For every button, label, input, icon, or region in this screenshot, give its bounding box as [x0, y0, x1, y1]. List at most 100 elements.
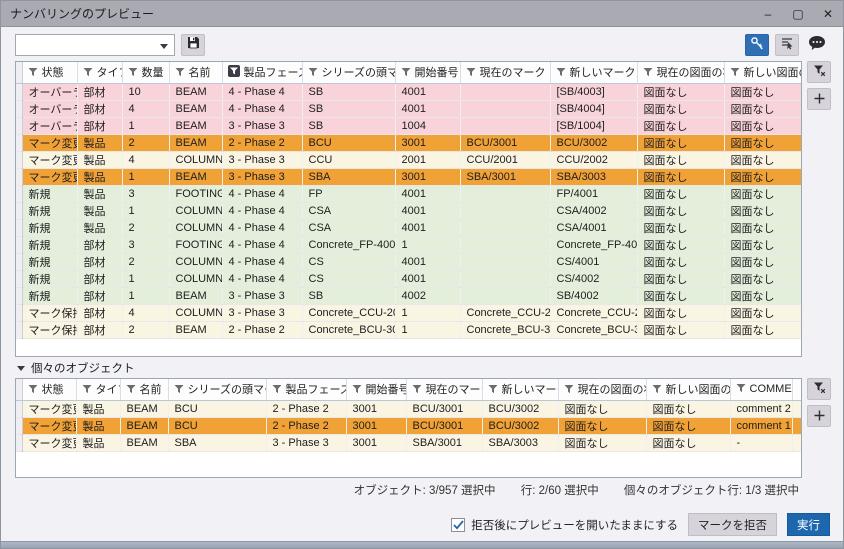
column-label: 名前: [188, 67, 211, 80]
column-header[interactable]: 現在の図面の状態: [558, 379, 647, 401]
filter-icon[interactable]: [652, 384, 662, 397]
individual-table[interactable]: 状態 タイプ 名前 シリーズの頭マーク 製品フェーズ 開始番号 現在のマーク 新しいマーク 現在…: [16, 379, 801, 452]
filter-icon[interactable]: [412, 384, 422, 397]
cell: Concrete_CCU-2001: [302, 304, 396, 322]
filter-icon[interactable]: [28, 384, 38, 397]
dialog-resize-edge[interactable]: [1, 541, 843, 548]
keep-open-checkbox[interactable]: [451, 517, 466, 532]
apply-button[interactable]: 実行: [787, 513, 830, 536]
add-row-button-main[interactable]: [807, 88, 831, 110]
save-button[interactable]: [181, 34, 205, 56]
column-header[interactable]: 現在の図面の状態: [637, 62, 725, 84]
column-label: 新しい図面の状態: [743, 67, 802, 80]
column-header[interactable]: シリーズの頭マーク: [168, 379, 267, 401]
column-header[interactable]: 現在のマーク: [406, 379, 483, 401]
column-header[interactable]: 状態: [22, 62, 78, 84]
table-row[interactable]: マーク変更製品1BEAM3 - Phase 3SBA3001SBA/3001SB…: [16, 168, 801, 186]
table-row[interactable]: オーバーラップ部材1BEAM3 - Phase 3SB1004 [SB/1004]…: [16, 117, 801, 135]
cell: 製品: [77, 219, 123, 237]
cell: BCU: [168, 417, 267, 435]
keep-open-label[interactable]: 拒否後にプレビューを開いたままにする: [471, 517, 678, 533]
table-row[interactable]: マーク保持部材4COLUMN3 - Phase 3Concrete_CCU-20…: [16, 304, 801, 322]
table-row[interactable]: マーク変更製品2BEAM2 - Phase 2BCU3001BCU/3001BC…: [16, 134, 801, 152]
filter-icon[interactable]: [126, 384, 136, 397]
table-row[interactable]: マーク変更製品4COLUMN3 - Phase 3CCU2001CCU/2001…: [16, 151, 801, 169]
cell: 図面なし: [637, 219, 725, 237]
column-header[interactable]: 開始番号: [395, 62, 461, 84]
column-header[interactable]: 名前: [120, 379, 169, 401]
column-label: シリーズの頭マーク: [187, 384, 266, 397]
table-row[interactable]: 新規 部材 1 COLUMN 4 - Phase 4 CS 4001 CS/4002 図面なし図…: [16, 270, 801, 288]
table-row[interactable]: 新規 部材 2 COLUMN 4 - Phase 4 CS 4001 CS/4001 図面なし図…: [16, 253, 801, 271]
table-row[interactable]: マーク変更製品BEAMBCU2 - Phase 23001BCU/3001BCU…: [16, 400, 801, 418]
add-row-button-individual[interactable]: [807, 405, 831, 427]
cell: 3001: [346, 400, 407, 418]
table-row[interactable]: マーク変更製品BEAMSBA3 - Phase 33001SBA/3001SBA…: [16, 434, 801, 452]
titlebar[interactable]: ナンバリングのプレビュー – ▢ ✕: [1, 1, 843, 27]
table-row[interactable]: 新規 製品 2 COLUMN 4 - Phase 4 CSA 4001 CSA/4001 図面な…: [16, 219, 801, 237]
cell: 4: [122, 151, 170, 169]
filter-icon[interactable]: [308, 67, 318, 80]
filter-icon[interactable]: [352, 384, 362, 397]
filter-icon[interactable]: [643, 67, 653, 80]
column-header[interactable]: COMMENT: [730, 379, 793, 401]
filter-icon[interactable]: [556, 67, 566, 80]
select-rows-button[interactable]: [775, 34, 799, 56]
reject-marks-button[interactable]: マークを拒否: [688, 513, 777, 536]
filter-icon[interactable]: [488, 384, 498, 397]
filter-icon[interactable]: [174, 384, 184, 397]
cell: CCU/2001: [460, 151, 551, 169]
table-row[interactable]: 新規 製品 3 FOOTING 4 - Phase 4 FP 4001 FP/4001 図面なし…: [16, 185, 801, 203]
chevron-down-icon: [160, 44, 168, 49]
filter-icon[interactable]: [730, 67, 740, 80]
table-row[interactable]: 新規 部材 1 BEAM 3 - Phase 3 SB 4002 SB/4002 図面なし 図面な…: [16, 287, 801, 305]
cell: 新規: [22, 270, 78, 288]
filter-icon[interactable]: [175, 67, 185, 80]
column-header[interactable]: 状態: [22, 379, 77, 401]
column-header[interactable]: 数量: [122, 62, 170, 84]
table-row[interactable]: オーバーラップ部材4BEAM4 - Phase 4SB4001 [SB/4004]…: [16, 100, 801, 118]
main-table[interactable]: 状態 タイプ 数量 名前 製品フェーズ シリーズの頭マーク 開始番号 現在のマーク 新しいマーク…: [16, 62, 802, 339]
maximize-button[interactable]: ▢: [783, 1, 813, 26]
cell: 1: [122, 287, 170, 305]
filter-icon[interactable]: [28, 67, 38, 80]
column-header[interactable]: タイプ: [77, 62, 123, 84]
table-row[interactable]: マーク保持部材2BEAM2 - Phase 2Concrete_BCU-3001…: [16, 321, 801, 339]
filter-active-icon[interactable]: [227, 65, 240, 80]
individual-objects-section-header[interactable]: 個々のオブジェクト: [17, 360, 135, 376]
filter-icon[interactable]: [272, 384, 282, 397]
filter-icon[interactable]: [564, 384, 574, 397]
table-row[interactable]: マーク変更製品BEAMBCU2 - Phase 23001BCU/3001BCU…: [16, 417, 801, 435]
column-header[interactable]: タイプ: [76, 379, 121, 401]
filter-icon[interactable]: [82, 384, 92, 397]
column-header[interactable]: 開始番号: [346, 379, 407, 401]
close-button[interactable]: ✕: [813, 1, 843, 26]
minimize-button[interactable]: –: [753, 1, 783, 26]
feedback-button[interactable]: [805, 34, 829, 56]
table-row[interactable]: 新規 部材 3 FOOTING 4 - Phase 4 Concrete_FP-4001 1…: [16, 236, 801, 254]
column-header[interactable]: シリーズの頭マーク: [302, 62, 396, 84]
filter-icon[interactable]: [736, 383, 746, 396]
column-header[interactable]: 新しい図面の状態: [646, 379, 731, 401]
column-header[interactable]: 新しいマーク: [550, 62, 638, 84]
cell: 図面なし: [646, 400, 731, 418]
filter-icon[interactable]: [401, 67, 411, 80]
column-header[interactable]: 新しいマーク: [482, 379, 559, 401]
column-header[interactable]: 製品フェーズ: [222, 62, 303, 84]
column-header[interactable]: 現在のマーク: [460, 62, 551, 84]
column-header[interactable]: 名前: [169, 62, 223, 84]
clear-filters-button-main[interactable]: [807, 61, 831, 83]
key-button[interactable]: [745, 34, 769, 56]
column-header[interactable]: 新しい図面の状態: [724, 62, 802, 84]
filter-icon[interactable]: [83, 67, 93, 80]
table-row[interactable]: 新規 製品 1 COLUMN 4 - Phase 4 CSA 4001 CSA/4002 図面な…: [16, 202, 801, 220]
filter-icon[interactable]: [466, 67, 476, 80]
filter-icon[interactable]: [128, 67, 138, 80]
cell: 新規: [22, 185, 78, 203]
column-header[interactable]: 製品フェーズ: [266, 379, 347, 401]
cell: Concrete_FP-4001/1: [550, 236, 638, 254]
clear-filters-button-individual[interactable]: [807, 378, 831, 400]
preset-combobox[interactable]: [15, 34, 175, 56]
table-row[interactable]: オーバーラップ部材10BEAM4 - Phase 4SB4001 [SB/4003…: [16, 83, 801, 101]
cell: 1: [122, 270, 170, 288]
